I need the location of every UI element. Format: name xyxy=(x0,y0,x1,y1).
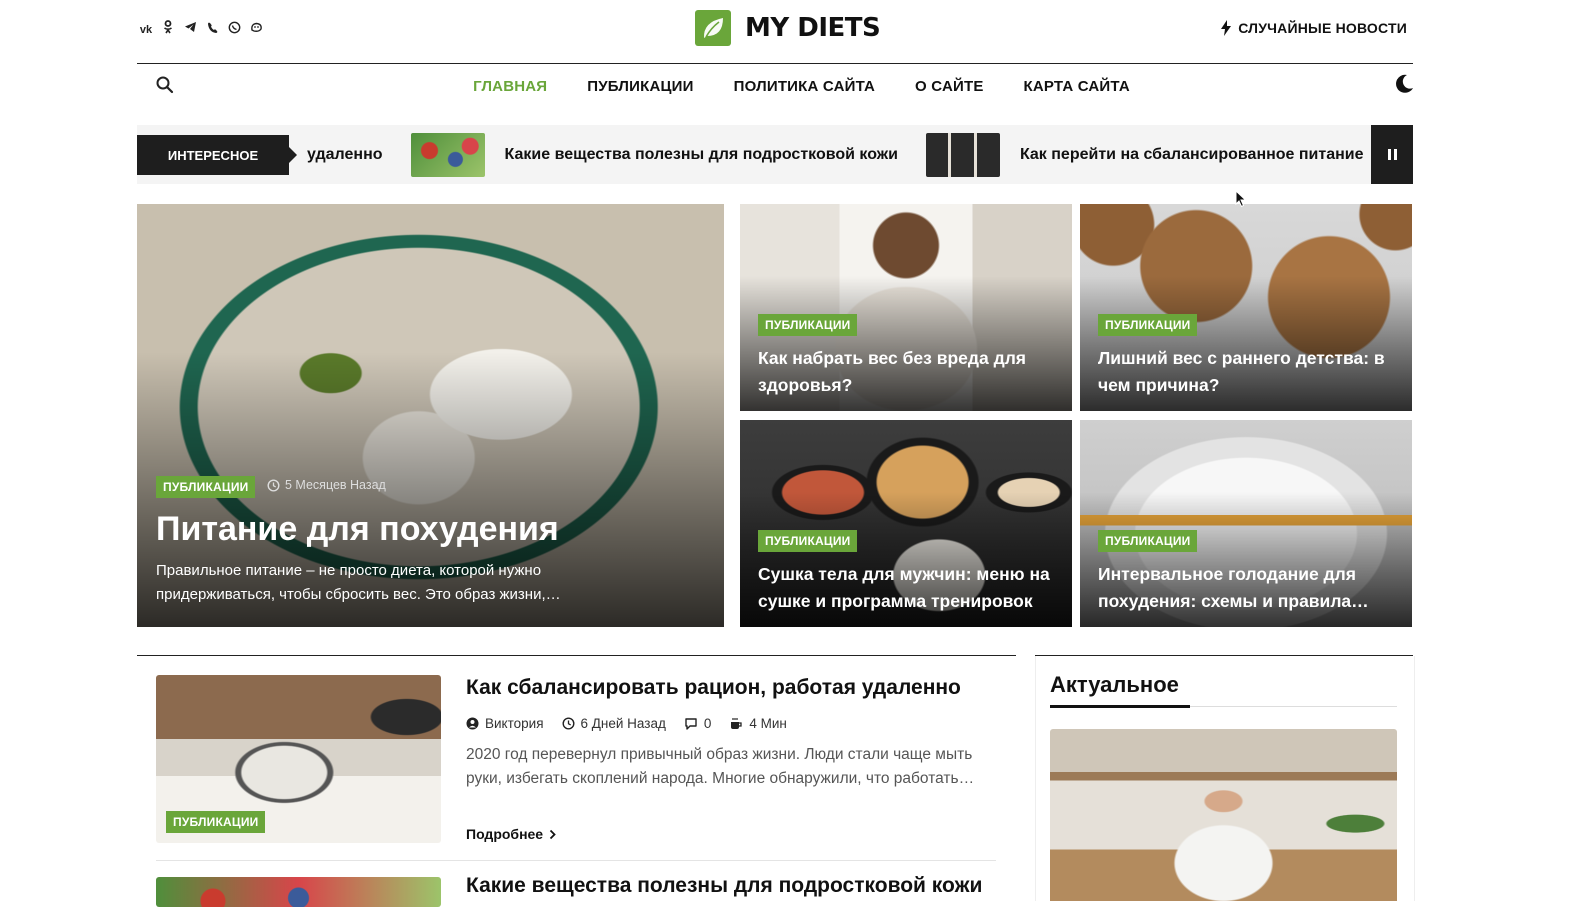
moon-icon xyxy=(1396,74,1413,93)
hero-main-excerpt: Правильное питание – не просто диета, ко… xyxy=(156,562,561,603)
ticker-pause-button[interactable] xyxy=(1371,125,1413,184)
clock-icon xyxy=(562,717,575,730)
user-icon xyxy=(466,717,479,730)
coffee-icon xyxy=(731,718,743,729)
ticker-label: ИНТЕРЕСНОЕ xyxy=(137,135,297,175)
nav-item-policy[interactable]: ПОЛИТИКА САЙТА xyxy=(724,78,875,95)
hero-card-title[interactable]: Интервальное голодание для похудения: сх… xyxy=(1098,561,1394,615)
ticker-thumb[interactable] xyxy=(925,132,1000,177)
nav-item-home[interactable]: ГЛАВНАЯ xyxy=(463,78,547,95)
hero-main-card[interactable]: ПУБЛИКАЦИИ 5 Месяцев Назад Питание для п… xyxy=(137,204,724,627)
post-excerpt: 2020 год перевернул привычный образ жизн… xyxy=(466,746,975,787)
main-nav: ГЛАВНАЯ ПУБЛИКАЦИИ ПОЛИТИКА САЙТА О САЙТ… xyxy=(0,78,1593,95)
hero-card-title[interactable]: Лишний вес с раннего детства: в чем прич… xyxy=(1098,345,1394,399)
site-logo[interactable]: MY DIETS xyxy=(695,10,881,46)
ticker-item[interactable]: Как перейти на сбалансированное питание xyxy=(1020,146,1364,164)
vk-icon[interactable]: vk xyxy=(139,21,153,39)
clock-icon xyxy=(267,478,280,492)
telegram-icon[interactable] xyxy=(183,21,197,39)
social-links: vk xyxy=(139,20,263,40)
news-ticker: ИНТЕРЕСНОЕ удаленно Какие вещества полез… xyxy=(137,125,1413,184)
post-thumbnail[interactable] xyxy=(156,877,441,907)
ticker-item[interactable]: Какие вещества полезны для подростковой … xyxy=(505,146,898,164)
sidebar-title: Актуальное xyxy=(1050,672,1179,697)
hero-card[interactable]: ПУБЛИКАЦИИ Лишний вес с раннего детства:… xyxy=(1080,204,1412,411)
hero-card-title[interactable]: Сушка тела для мужчин: меню на сушке и п… xyxy=(758,561,1054,615)
post-meta: Виктория 6 Дней Назад 0 4 Мин xyxy=(466,716,787,731)
post-divider xyxy=(156,860,996,861)
category-badge[interactable]: ПУБЛИКАЦИИ xyxy=(758,530,858,552)
category-badge[interactable]: ПУБЛИКАЦИИ xyxy=(1098,530,1198,552)
sidebar-title-accent xyxy=(1050,705,1190,708)
lightning-icon xyxy=(1221,20,1232,36)
post-read-time: 4 Мин xyxy=(749,716,787,731)
hero-card-title[interactable]: Как набрать вес без вреда для здоровья? xyxy=(758,345,1054,399)
category-badge[interactable]: ПУБЛИКАЦИИ xyxy=(758,314,858,336)
sidebar-post-thumbnail[interactable] xyxy=(1050,729,1397,901)
read-more-label: Подробнее xyxy=(466,826,544,842)
comment-icon xyxy=(685,718,697,730)
header-divider xyxy=(137,63,1413,64)
category-badge[interactable]: ПУБЛИКАЦИИ xyxy=(156,476,256,498)
main-divider xyxy=(137,655,1016,656)
random-news-link[interactable]: СЛУЧАЙНЫЕ НОВОСТИ xyxy=(1220,20,1407,36)
post-author[interactable]: Виктория xyxy=(485,716,544,731)
ticker-track: удаленно Какие вещества полезны для подр… xyxy=(307,125,1364,184)
ticker-item[interactable]: удаленно xyxy=(307,146,383,164)
leaf-icon xyxy=(695,10,731,46)
post-title[interactable]: Как сбалансировать рацион, работая удале… xyxy=(466,676,961,700)
post-date: 6 Дней Назад xyxy=(580,716,666,731)
post-title[interactable]: Какие вещества полезны для подростковой … xyxy=(466,874,982,898)
ticker-thumb[interactable] xyxy=(410,132,485,177)
dark-mode-toggle[interactable] xyxy=(1393,73,1415,95)
hero-card[interactable]: ПУБЛИКАЦИИ Как набрать вес без вреда для… xyxy=(740,204,1072,411)
category-badge[interactable]: ПУБЛИКАЦИИ xyxy=(166,811,266,833)
category-badge[interactable]: ПУБЛИКАЦИИ xyxy=(1098,314,1198,336)
post-date-text: 5 Месяцев Назад xyxy=(285,478,386,492)
viber-icon[interactable] xyxy=(205,21,219,40)
odnoklassniki-icon[interactable] xyxy=(161,20,175,40)
nav-item-about[interactable]: О САЙТЕ xyxy=(905,78,983,95)
nav-item-publications[interactable]: ПУБЛИКАЦИИ xyxy=(577,78,693,95)
max-icon[interactable] xyxy=(249,21,263,39)
post-thumbnail[interactable]: ПУБЛИКАЦИИ xyxy=(156,675,441,843)
whatsapp-icon[interactable] xyxy=(227,21,241,40)
random-news-label: СЛУЧАЙНЫЕ НОВОСТИ xyxy=(1238,20,1407,36)
hero-card[interactable]: ПУБЛИКАЦИИ Сушка тела для мужчин: меню н… xyxy=(740,420,1072,627)
post-comments[interactable]: 0 xyxy=(704,716,712,731)
hero-main-title[interactable]: Питание для похудения xyxy=(156,510,559,549)
chevron-right-icon xyxy=(549,829,556,839)
mouse-cursor xyxy=(1235,189,1247,213)
hero-card[interactable]: ПУБЛИКАЦИИ Интервальное голодание для по… xyxy=(1080,420,1412,627)
nav-item-sitemap[interactable]: КАРТА САЙТА xyxy=(1014,78,1130,95)
logo-text: MY DIETS xyxy=(745,13,881,43)
read-more-link[interactable]: Подробнее xyxy=(466,826,556,842)
post-date: 5 Месяцев Назад xyxy=(267,478,386,492)
